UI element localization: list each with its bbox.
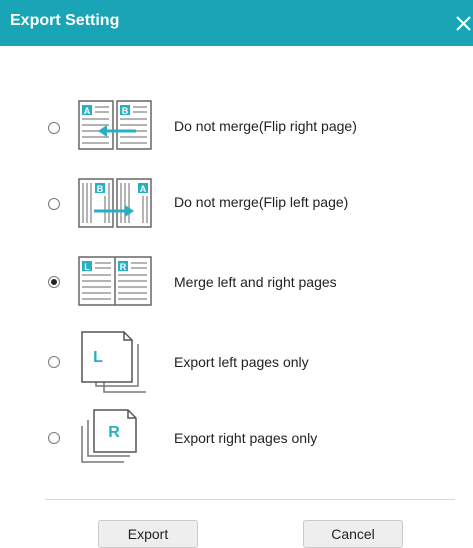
merge-pages-icon: L R — [78, 256, 152, 306]
radio-flip-left-page[interactable] — [48, 198, 60, 210]
page-letter-right: B — [122, 106, 129, 116]
cancel-button[interactable]: Cancel — [303, 520, 403, 548]
right-pages-stack-icon: R — [81, 409, 137, 463]
option-label: Do not merge(Flip right page) — [174, 118, 357, 134]
radio-right-pages-only[interactable] — [48, 432, 60, 444]
option-right-pages-only[interactable]: R Export right pages only — [0, 404, 473, 464]
option-flip-right-page[interactable]: A B Do not merge(Flip right page) — [0, 98, 473, 158]
page-letter-right: R — [120, 262, 127, 272]
title-bar: Export Setting — [0, 0, 473, 46]
radio-left-pages-only[interactable] — [48, 356, 60, 368]
radio-merge-pages[interactable] — [48, 276, 60, 288]
flip-left-page-icon: B A — [78, 178, 152, 228]
close-icon[interactable] — [454, 14, 472, 32]
flip-right-page-icon: A B — [78, 100, 152, 150]
page-letter-left: A — [84, 106, 91, 116]
option-label: Export right pages only — [174, 430, 318, 446]
option-flip-left-page[interactable]: B A Do not merge(Flip left page) — [0, 176, 473, 236]
option-label: Export left pages only — [174, 354, 309, 370]
option-merge-pages[interactable]: L R Merge left and right pages — [0, 254, 473, 314]
page-letter-left: B — [97, 184, 104, 194]
page-letter: L — [93, 349, 103, 366]
page-letter: R — [108, 424, 120, 441]
option-left-pages-only[interactable]: L Export left pages only — [0, 328, 473, 393]
dialog-title: Export Setting — [10, 12, 120, 29]
page-letter-right: A — [140, 184, 147, 194]
option-label: Merge left and right pages — [174, 274, 337, 290]
radio-selected-dot — [51, 279, 57, 285]
radio-flip-right-page[interactable] — [48, 122, 60, 134]
export-button[interactable]: Export — [98, 520, 198, 548]
divider — [45, 499, 455, 500]
option-label: Do not merge(Flip left page) — [174, 194, 349, 210]
left-pages-stack-icon: L — [81, 331, 146, 393]
page-letter-left: L — [84, 262, 90, 272]
